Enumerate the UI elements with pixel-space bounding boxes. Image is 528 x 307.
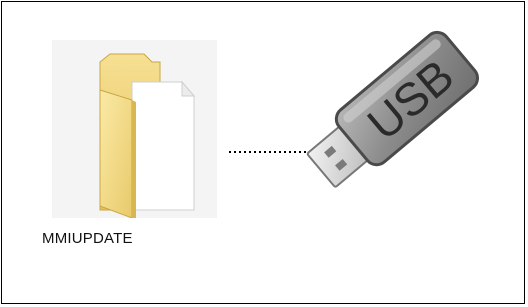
usb-flash-drive-icon: USB bbox=[306, 30, 479, 188]
diagram-frame: MMIUPDATE USB bbox=[1, 1, 525, 304]
document-icon bbox=[131, 80, 196, 211]
folder-icon bbox=[99, 53, 196, 218]
folder-name-label: MMIUPDATE bbox=[42, 230, 133, 247]
folder-icon-area bbox=[52, 40, 217, 218]
